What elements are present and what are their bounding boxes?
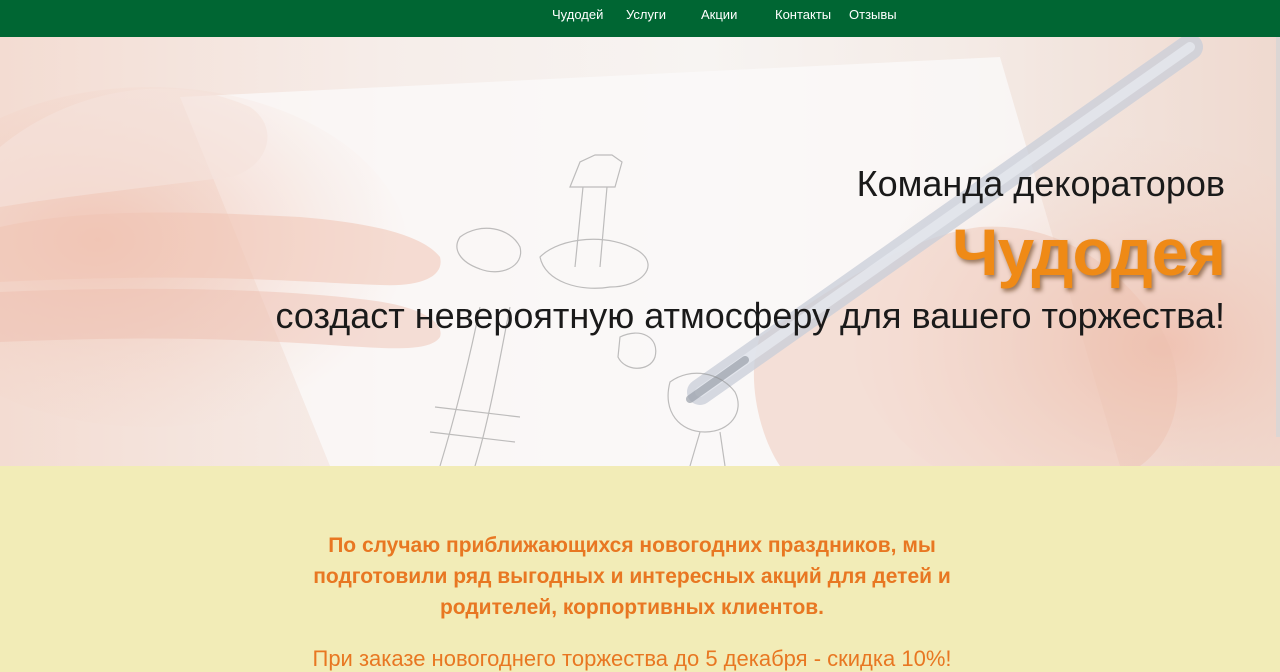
hero-subtitle: Команда декораторов [856,163,1225,204]
hero-brand-title: Чудодея [952,215,1226,289]
nav-item-promotions[interactable]: Акции [701,7,737,22]
hero-tagline: создаст невероятную атмосферу для вашего… [275,295,1225,336]
nav-item-reviews[interactable]: Отзывы [849,7,897,22]
promo-announcement: По случаю приближающихся новогодних праз… [313,534,951,619]
promo-discount-text: При заказе новогоднего торжества до 5 де… [312,646,952,671]
nav-item-services[interactable]: Услуги [626,7,666,22]
top-navigation: Чудодей Услуги Акции Контакты Отзывы [0,0,1280,37]
nav-item-chudodei[interactable]: Чудодей [552,7,603,22]
scrollbar[interactable] [1276,37,1280,437]
nav-item-contacts[interactable]: Контакты [775,7,831,22]
hero-banner: Команда декораторов Чудодея создаст неве… [0,37,1280,466]
promo-section: По случаю приближающихся новогодних праз… [0,466,1280,672]
